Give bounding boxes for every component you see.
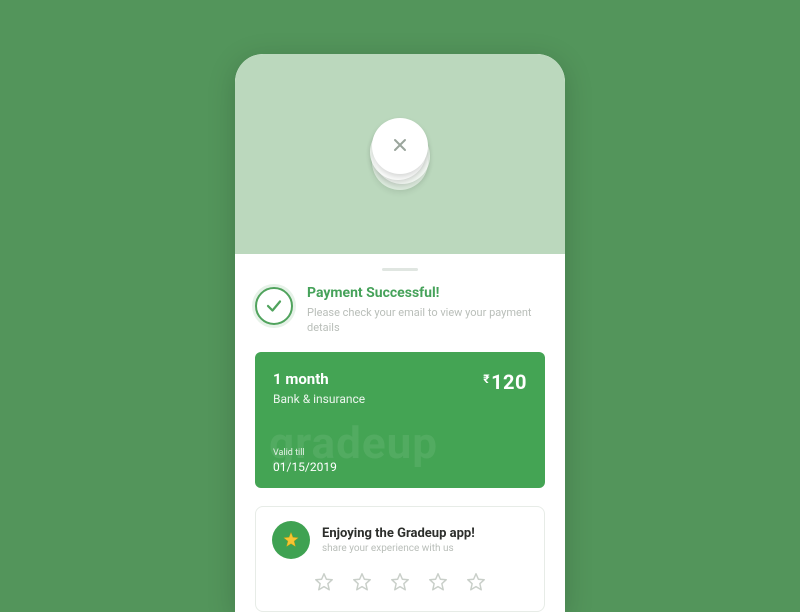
- close-button[interactable]: [372, 114, 428, 170]
- status-title: Payment Successful!: [307, 285, 545, 301]
- rate-star-4[interactable]: [427, 571, 449, 593]
- valid-date: 01/15/2019: [273, 460, 527, 474]
- status-subtitle: Please check your email to view your pay…: [307, 305, 545, 336]
- check-icon: [255, 287, 293, 325]
- rate-star-3[interactable]: [389, 571, 411, 593]
- rate-star-5[interactable]: [465, 571, 487, 593]
- plan-duration: 1 month: [273, 370, 365, 388]
- rating-subtitle: share your experience with us: [322, 543, 475, 554]
- star-badge-icon: [272, 521, 310, 559]
- header-panel: [235, 54, 565, 254]
- rating-stars: [272, 571, 528, 593]
- rating-title: Enjoying the Gradeup app!: [322, 526, 475, 541]
- plan-category: Bank & insurance: [273, 392, 365, 406]
- rate-star-2[interactable]: [351, 571, 373, 593]
- drag-handle[interactable]: [382, 268, 418, 271]
- status-row: Payment Successful! Please check your em…: [235, 285, 565, 352]
- payment-success-screen: Payment Successful! Please check your em…: [235, 54, 565, 612]
- plan-card: gradeup 1 month Bank & insurance ₹120 Va…: [255, 352, 545, 488]
- rate-star-1[interactable]: [313, 571, 335, 593]
- close-icon: [392, 136, 408, 156]
- rating-card: Enjoying the Gradeup app! share your exp…: [255, 506, 545, 612]
- content-panel: Payment Successful! Please check your em…: [235, 254, 565, 612]
- plan-price: ₹120: [483, 370, 527, 394]
- valid-label: Valid till: [273, 448, 527, 458]
